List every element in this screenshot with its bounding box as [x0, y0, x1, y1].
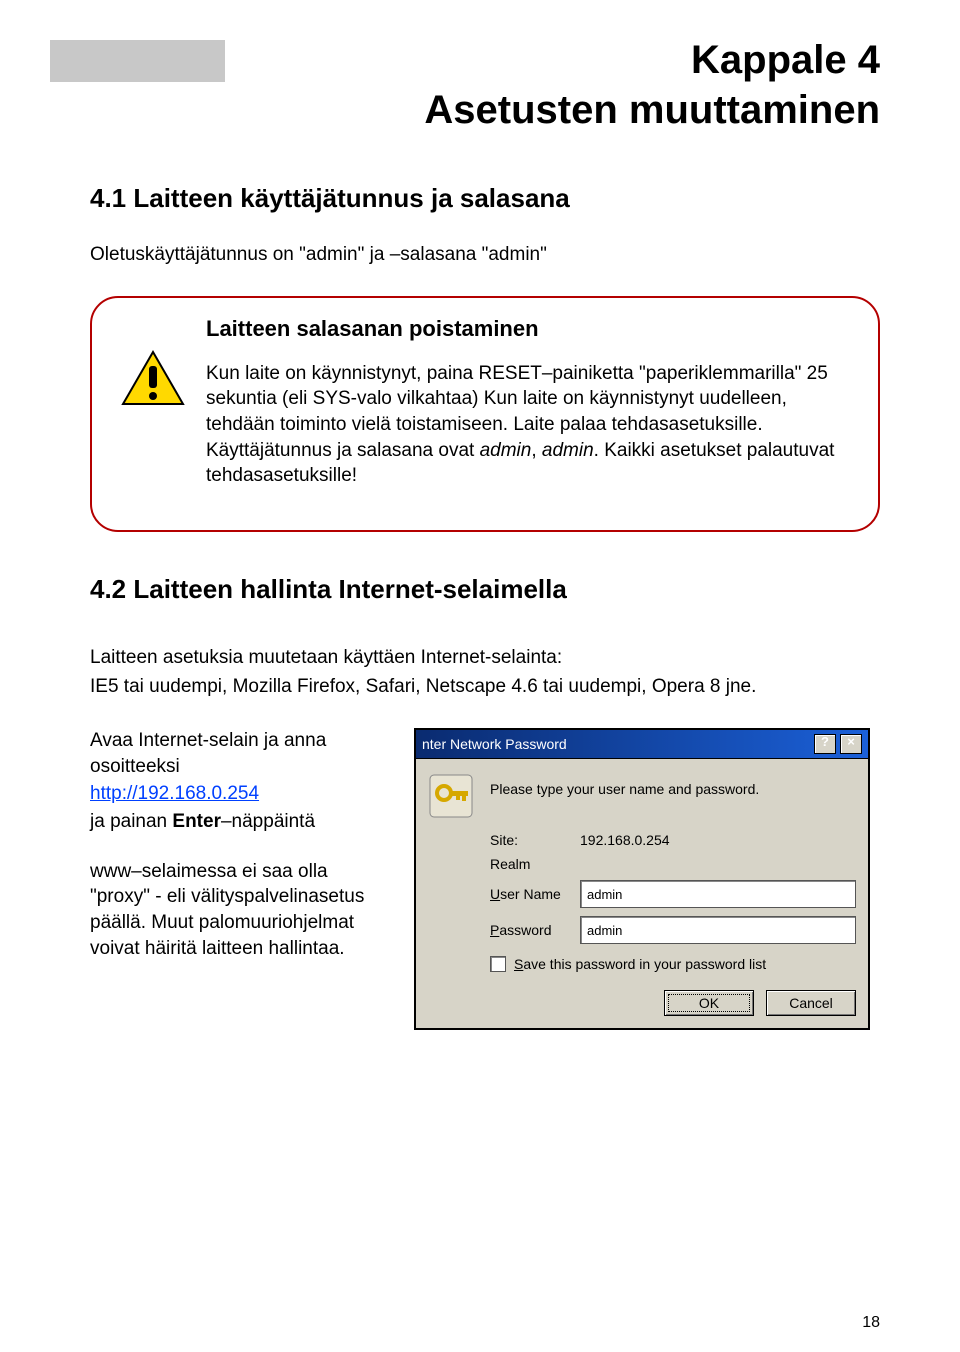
cancel-button[interactable]: Cancel	[766, 990, 856, 1016]
open-browser-line: Avaa Internet-selain ja anna osoitteeksi	[90, 728, 380, 779]
section-4-2-heading: 4.2 Laitteen hallinta Internet-selaimell…	[90, 574, 880, 605]
password-label: Password	[490, 922, 580, 938]
press-enter-line: ja painan Enter–näppäintä	[90, 809, 380, 835]
site-value: 192.168.0.254	[580, 832, 856, 848]
dialog-title: nter Network Password	[422, 736, 567, 752]
proxy-note: www–selaimessa ei saa olla "proxy" - eli…	[90, 859, 380, 962]
warning-body-mid: ,	[531, 440, 542, 461]
page-number: 18	[862, 1314, 880, 1332]
instruction-text: Avaa Internet-selain ja anna osoitteeksi…	[90, 728, 380, 961]
password-row: Password	[490, 912, 856, 948]
warning-body: Kun laite on käynnistynyt, paina RESET–p…	[206, 361, 852, 489]
document-page: Kappale 4 Asetusten muuttaminen 4.1 Lait…	[0, 0, 960, 1030]
close-button[interactable]: ×	[840, 734, 862, 754]
dialog-prompt: Please type your user name and password.	[490, 773, 856, 797]
realm-label: Realm	[490, 856, 580, 872]
realm-row: Realm	[490, 852, 856, 876]
section-4-2-p2: IE5 tai uudempi, Mozilla Firefox, Safari…	[90, 674, 880, 700]
instruction-row: Avaa Internet-selain ja anna osoitteeksi…	[90, 728, 880, 1030]
save-password-row[interactable]: Save this password in your password list	[490, 948, 856, 976]
username-input[interactable]	[580, 880, 856, 908]
username-label: User Name	[490, 886, 580, 902]
section-4-1-heading: 4.1 Laitteen käyttäjätunnus ja salasana	[90, 183, 880, 214]
chapter-header: Kappale 4 Asetusten muuttaminen	[90, 40, 880, 133]
press-enter-a: ja painan	[90, 811, 172, 832]
press-enter-key: Enter	[172, 811, 221, 832]
help-button[interactable]: ?	[814, 734, 836, 754]
warning-callout: Laitteen salasanan poistaminen Kun laite…	[90, 296, 880, 532]
auth-dialog-figure: nter Network Password ? ×	[414, 728, 880, 1030]
site-row: Site: 192.168.0.254	[490, 828, 856, 852]
save-password-label: Save this password in your password list	[514, 956, 766, 972]
key-icon	[428, 773, 490, 822]
warning-icon	[118, 316, 188, 508]
router-url-link[interactable]: http://192.168.0.254	[90, 783, 259, 804]
dialog-button-row: OK Cancel	[428, 990, 856, 1016]
site-label: Site:	[490, 832, 580, 848]
dialog-titlebar[interactable]: nter Network Password ? ×	[416, 730, 868, 759]
press-enter-c: –näppäintä	[221, 811, 315, 832]
ok-button[interactable]: OK	[664, 990, 754, 1016]
dialog-body: Please type your user name and password.…	[416, 759, 868, 1028]
username-row: User Name	[490, 876, 856, 912]
chapter-title: Asetusten muuttaminen	[90, 88, 880, 133]
password-input[interactable]	[580, 916, 856, 944]
warning-title: Laitteen salasanan poistaminen	[206, 316, 852, 342]
chapter-label: Kappale 4	[90, 40, 880, 80]
warning-em-1: admin	[480, 440, 532, 461]
network-password-dialog: nter Network Password ? ×	[414, 728, 870, 1030]
save-password-checkbox[interactable]	[490, 956, 506, 972]
section-4-2-p1: Laitteen asetuksia muutetaan käyttäen In…	[90, 645, 880, 671]
warning-em-2: admin	[542, 440, 594, 461]
section-4-1-intro: Oletuskäyttäjätunnus on "admin" ja –sala…	[90, 242, 880, 268]
warning-content: Laitteen salasanan poistaminen Kun laite…	[206, 316, 852, 508]
